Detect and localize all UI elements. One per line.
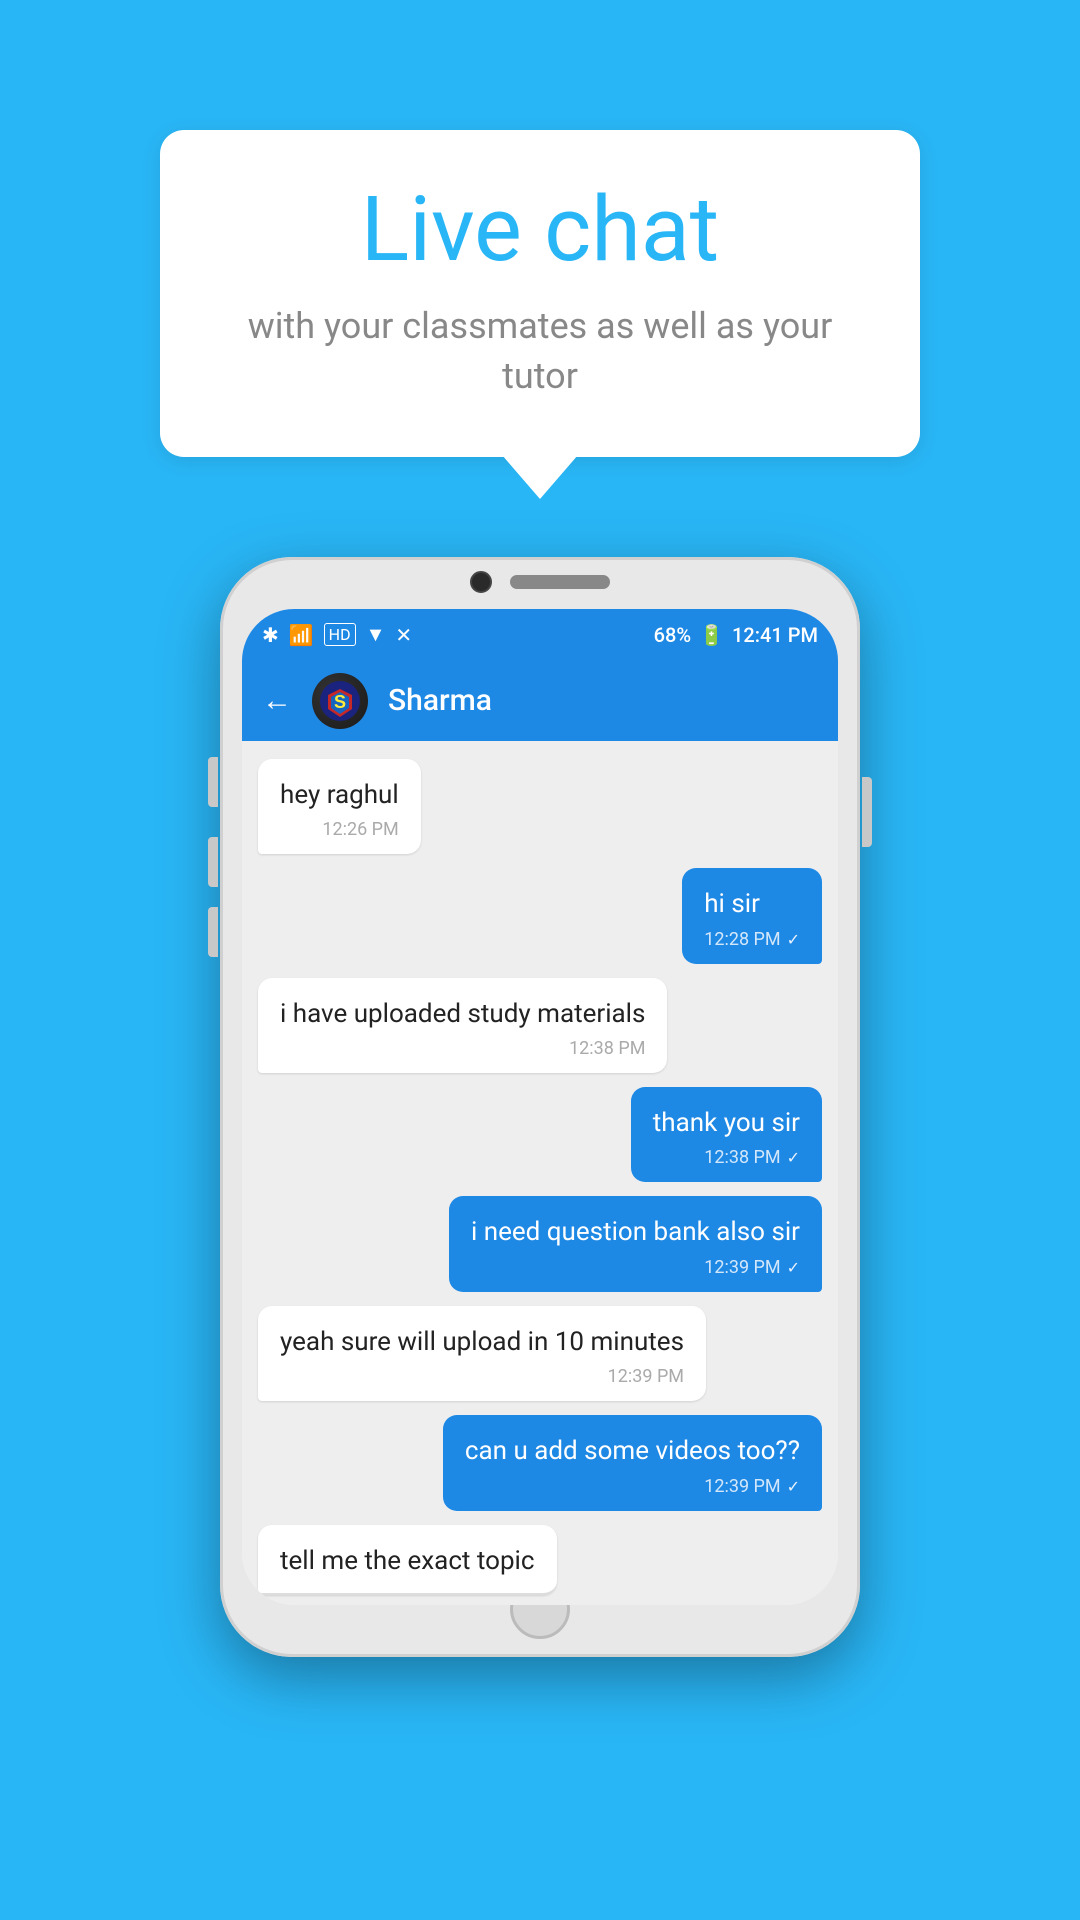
msg-text-4: thank you sir <box>653 1105 800 1141</box>
message-1: hey raghul 12:26 PM <box>258 759 421 854</box>
msg-text-1: hey raghul <box>280 777 399 813</box>
front-camera <box>470 571 492 593</box>
status-left-icons: ✱ 📶 HD ▼ ✕ <box>262 622 412 647</box>
message-3: i have uploaded study materials 12:38 PM <box>258 978 667 1073</box>
hd-icon: HD <box>324 623 356 646</box>
message-2: hi sir 12:28 PM ✓ <box>682 868 822 963</box>
network-icon: ✕ <box>395 623 412 647</box>
message-5: i need question bank also sir 12:39 PM ✓ <box>449 1196 822 1291</box>
bubble-subtitle: with your classmates as well as your tut… <box>230 301 850 402</box>
msg-meta-3: 12:38 PM <box>280 1038 645 1059</box>
msg-time-2: 12:28 PM <box>704 929 780 950</box>
msg-time-3: 12:38 PM <box>569 1038 645 1059</box>
msg-time-4: 12:38 PM <box>704 1147 780 1168</box>
wifi-icon: ▼ <box>366 622 386 647</box>
status-bar: ✱ 📶 HD ▼ ✕ 68% 🔋 12:41 PM <box>242 609 838 661</box>
msg-meta-6: 12:39 PM <box>280 1366 684 1387</box>
chat-body[interactable]: hey raghul 12:26 PM hi sir 12:28 PM ✓ i … <box>242 741 838 1605</box>
battery-percent: 68% <box>654 623 691 647</box>
bubble-title: Live chat <box>230 180 850 279</box>
message-6: yeah sure will upload in 10 minutes 12:3… <box>258 1306 706 1401</box>
msg-text-3: i have uploaded study materials <box>280 996 645 1032</box>
msg-meta-1: 12:26 PM <box>280 819 399 840</box>
msg-meta-7: 12:39 PM ✓ <box>465 1476 800 1497</box>
chat-header: ← S Sharma <box>242 661 838 741</box>
msg-check-2: ✓ <box>787 930 800 949</box>
phone-mockup: ✱ 📶 HD ▼ ✕ 68% 🔋 12:41 PM ← <box>220 557 860 1657</box>
message-8: tell me the exact topic <box>258 1525 557 1595</box>
status-right-info: 68% 🔋 12:41 PM <box>654 623 818 647</box>
phone-screen: ✱ 📶 HD ▼ ✕ 68% 🔋 12:41 PM ← <box>242 609 838 1605</box>
msg-meta-5: 12:39 PM ✓ <box>471 1257 800 1278</box>
bluetooth-icon: ✱ <box>262 623 279 647</box>
msg-text-8: tell me the exact topic <box>280 1543 535 1579</box>
message-4: thank you sir 12:38 PM ✓ <box>631 1087 822 1182</box>
msg-time-5: 12:39 PM <box>704 1257 780 1278</box>
msg-time-6: 12:39 PM <box>608 1366 684 1387</box>
speech-bubble: Live chat with your classmates as well a… <box>160 130 920 457</box>
msg-meta-2: 12:28 PM ✓ <box>704 929 800 950</box>
msg-time-1: 12:26 PM <box>322 819 398 840</box>
msg-check-7: ✓ <box>787 1477 800 1496</box>
msg-text-2: hi sir <box>704 886 800 922</box>
phone-outer: ✱ 📶 HD ▼ ✕ 68% 🔋 12:41 PM ← <box>220 557 860 1657</box>
clock: 12:41 PM <box>732 623 818 647</box>
msg-meta-4: 12:38 PM ✓ <box>653 1147 800 1168</box>
message-7: can u add some videos too?? 12:39 PM ✓ <box>443 1415 822 1510</box>
msg-text-5: i need question bank also sir <box>471 1214 800 1250</box>
contact-avatar: S <box>312 673 368 729</box>
back-button[interactable]: ← <box>262 683 292 718</box>
msg-time-7: 12:39 PM <box>704 1476 780 1497</box>
msg-text-6: yeah sure will upload in 10 minutes <box>280 1324 684 1360</box>
signal-icon: 📶 <box>289 623 314 647</box>
phone-notch <box>470 571 610 593</box>
msg-check-5: ✓ <box>787 1258 800 1277</box>
speaker <box>510 575 610 589</box>
msg-check-4: ✓ <box>787 1148 800 1167</box>
battery-icon: 🔋 <box>699 623 724 647</box>
contact-name: Sharma <box>388 683 492 718</box>
svg-text:S: S <box>334 692 346 712</box>
msg-text-7: can u add some videos too?? <box>465 1433 800 1469</box>
